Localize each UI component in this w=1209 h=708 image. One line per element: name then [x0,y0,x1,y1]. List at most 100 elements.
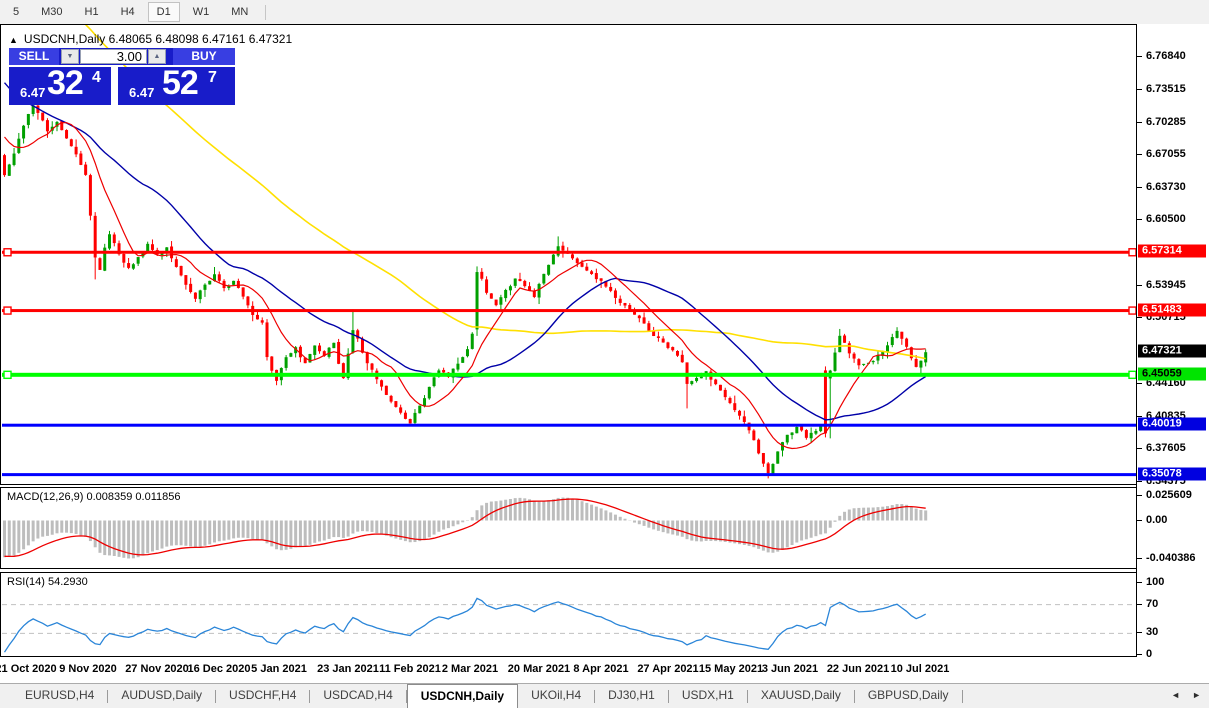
price-label-6.45059: 6.45059 [1138,367,1206,380]
axis-tick-mark [1137,89,1142,90]
sell-price-prefix: 6.47 [20,85,45,100]
sell-button[interactable]: SELL [9,48,59,65]
chart-tab-USDCHF-H4[interactable]: USDCHF,H4 [216,684,309,708]
timeframe-button-5[interactable]: 5 [4,2,28,22]
price-chart-panel[interactable]: ▲ USDCNH,Daily 6.48065 6.48098 6.47161 6.… [0,24,1137,485]
axis-tick-mark [1137,520,1142,521]
chart-header: ▲ USDCNH,Daily 6.48065 6.48098 6.47161 6.… [9,32,292,46]
hline-6.57314 [2,251,1136,254]
tab-divider [962,690,963,703]
axis-tick-mark [1137,558,1142,559]
hline-6.35078 [2,473,1136,476]
price-label-6.40019: 6.40019 [1138,418,1206,431]
hline-6.51483 [2,309,1136,312]
chart-symbol-label: USDCNH,Daily [24,32,105,46]
chevron-up-icon: ▲ [154,53,161,60]
axis-tick-mark [1137,317,1142,318]
line-handle[interactable] [1129,249,1136,256]
rsi-line [5,598,926,652]
axis-tick-mark [1137,383,1142,384]
terminal-window: 5M30H1H4D1W1MN ▲ USDCNH,Daily 6.48065 6.4… [0,0,1209,708]
axis-tick-mark [1137,56,1142,57]
chart-tab-USDCNH-Daily[interactable]: USDCNH,Daily [407,684,518,708]
sell-price-display[interactable]: 6.47 32 4 [9,67,111,105]
chart-tab-bar: EURUSD,H4AUDUSD,DailyUSDCHF,H4USDCAD,H4U… [0,683,1209,708]
buy-price-pips: 52 [162,64,198,103]
chart-tab-USDX-H1[interactable]: USDX,H1 [669,684,747,708]
macd-axis-tick: -0.040386 [1146,552,1196,564]
volume-stepper-up[interactable]: ▲ [148,49,166,64]
axis-tick-mark [1137,219,1142,220]
hline-6.45059 [2,373,1136,377]
axis-tick-mark [1137,495,1142,496]
chart-ohlc-values: 6.48065 6.48098 6.47161 6.47321 [109,32,293,46]
price-axis-tick: 6.67055 [1146,148,1186,160]
timeframe-toolbar: 5M30H1H4D1W1MN [0,0,1209,24]
axis-tick-mark [1137,285,1142,286]
chart-tab-GBPUSD-Daily[interactable]: GBPUSD,Daily [855,684,962,708]
sell-price-point: 4 [92,69,101,87]
axis-tick-mark [1137,187,1142,188]
price-label-6.47321: 6.47321 [1138,345,1206,358]
timeframe-button-H4[interactable]: H4 [112,2,144,22]
one-click-collapse-icon[interactable]: ▲ [9,35,18,45]
axis-tick-mark [1137,122,1142,123]
tab-scroll-buttons: ◄ ► [1171,683,1201,707]
timeframe-button-D1[interactable]: D1 [148,2,180,22]
price-label-6.35078: 6.35078 [1138,467,1206,480]
tab-scroll-right-icon[interactable]: ► [1192,690,1201,700]
toolbar-separator [265,5,266,20]
date-axis[interactable]: 21 Oct 20209 Nov 202027 Nov 202016 Dec 2… [0,658,1209,682]
chart-tab-UKOil-H4[interactable]: UKOil,H4 [518,684,594,708]
volume-stepper-down[interactable]: ▼ [61,49,79,64]
hline-6.40019 [2,424,1136,427]
chart-tab-AUDUSD-Daily[interactable]: AUDUSD,Daily [108,684,215,708]
line-handle[interactable] [4,249,11,256]
axis-tick-mark [1137,654,1142,655]
line-handle[interactable] [1129,307,1136,314]
buy-button[interactable]: BUY [173,48,235,65]
rsi-canvas[interactable] [1,573,1136,656]
rsi-axis-tick: 100 [1146,576,1164,588]
timeframe-button-W1[interactable]: W1 [184,2,219,22]
price-axis-tick: 6.37605 [1146,442,1186,454]
axis-tick-mark [1137,582,1142,583]
chart-tab-DJ30-H1[interactable]: DJ30,H1 [595,684,668,708]
date-label: 10 Jul 2021 [875,663,965,675]
buy-price-prefix: 6.47 [129,85,154,100]
price-axis[interactable]: 6.768406.735156.702856.670556.637306.605… [1137,24,1209,657]
line-handle[interactable] [4,307,11,314]
rsi-axis-tick: 70 [1146,598,1158,610]
price-axis-tick: 6.70285 [1146,116,1186,128]
buy-price-point: 7 [208,69,217,87]
rsi-indicator-panel[interactable]: RSI(14) 54.2930 [0,572,1137,657]
price-label-6.51483: 6.51483 [1138,303,1206,316]
macd-axis-tick: 0.025609 [1146,489,1192,501]
rsi-axis-tick: 30 [1146,626,1158,638]
buy-price-display[interactable]: 6.47 52 7 [118,67,235,105]
price-axis-tick: 6.53945 [1146,279,1186,291]
line-handle[interactable] [4,371,11,378]
macd-axis-tick: 0.00 [1146,514,1167,526]
macd-indicator-panel[interactable]: MACD(12,26,9) 0.008359 0.011856 [0,487,1137,569]
rsi-title: RSI(14) 54.2930 [7,576,88,588]
line-handle[interactable] [1129,371,1136,378]
timeframe-button-M30[interactable]: M30 [32,2,71,22]
axis-tick-mark [1137,481,1142,482]
axis-tick-mark [1137,154,1142,155]
timeframe-button-H1[interactable]: H1 [76,2,108,22]
chevron-down-icon: ▼ [67,53,74,60]
price-label-6.57314: 6.57314 [1138,245,1206,258]
chart-tab-USDCAD-H4[interactable]: USDCAD,H4 [310,684,405,708]
chart-tab-EURUSD-H4[interactable]: EURUSD,H4 [12,684,107,708]
timeframe-button-MN[interactable]: MN [222,2,257,22]
chart-tab-XAUUSD-Daily[interactable]: XAUUSD,Daily [748,684,854,708]
tab-scroll-left-icon[interactable]: ◄ [1171,690,1180,700]
axis-tick-mark [1137,632,1142,633]
sell-price-pips: 32 [47,64,83,103]
volume-input[interactable] [80,49,147,64]
one-click-trade-widget: SELL ▼ ▲ BUY 6.47 32 4 6.47 52 7 [9,48,235,105]
price-axis-tick: 6.63730 [1146,181,1186,193]
price-axis-tick: 6.60500 [1146,213,1186,225]
axis-tick-mark [1137,448,1142,449]
